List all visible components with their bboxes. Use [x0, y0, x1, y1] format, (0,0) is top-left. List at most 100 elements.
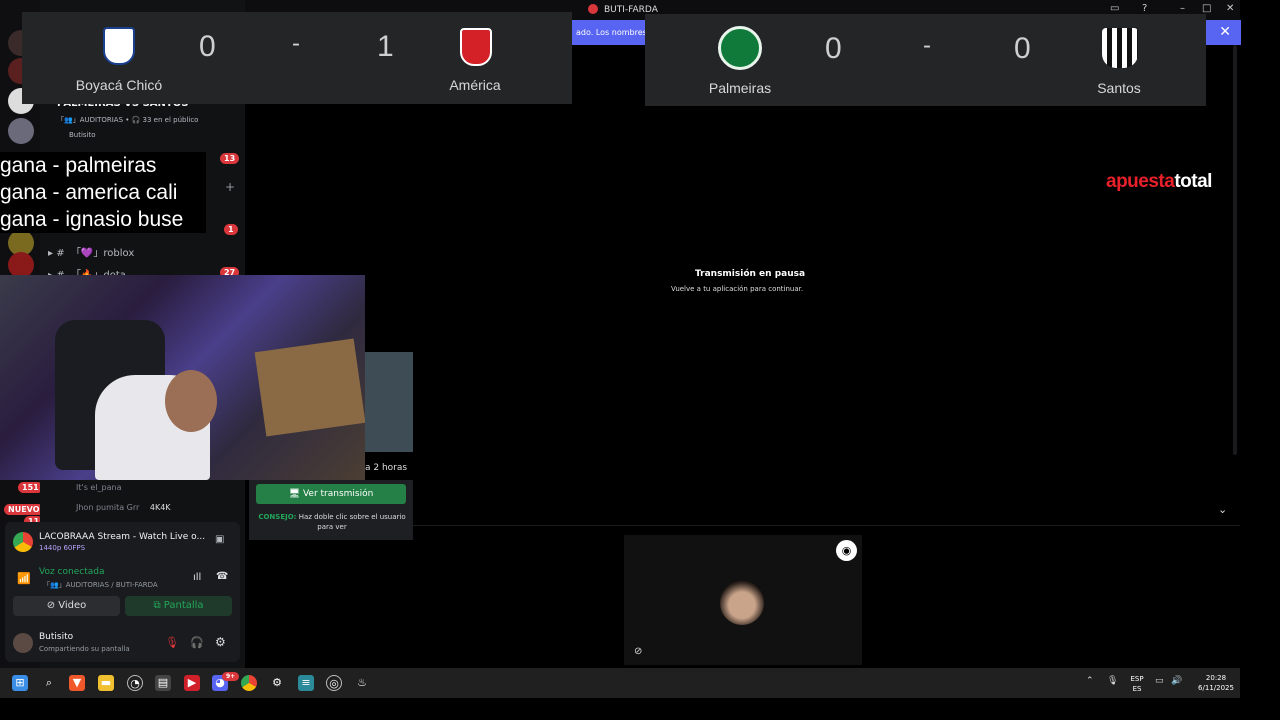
watch-stream-button[interactable]: 🖥 Ver transmisión [256, 484, 406, 504]
home-team-name: Palmeiras [708, 80, 772, 96]
username[interactable]: Butisito [39, 632, 73, 642]
add-channel-button[interactable]: + [225, 180, 235, 194]
stream-paused-title: Transmisión en pausa [695, 269, 806, 279]
away-score: 0 [1014, 32, 1031, 65]
voice-channel[interactable]: 「👥」AUDITORIAS / BUTI-FARDA [43, 580, 158, 590]
maximize-button[interactable]: □ [1202, 3, 1211, 14]
clock-time: 20:28 [1205, 674, 1227, 682]
scrollbar[interactable] [1233, 45, 1237, 455]
apuesta-total-logo: apuestatotal [1106, 171, 1212, 193]
score-separator: - [292, 30, 300, 57]
banner-text: ado. Los nombres d [576, 28, 655, 37]
tip-body: Haz doble clic sobre el usuario para ver [298, 513, 406, 531]
chevron-down-icon[interactable]: ⌄ [1218, 503, 1227, 516]
brave-icon[interactable]: ▼ [69, 675, 85, 691]
streamer-head [165, 370, 217, 432]
volume-icon[interactable]: 🔊 [1171, 676, 1182, 686]
stream-paused-subtitle: Vuelve a tu aplicación para continuar. [671, 285, 804, 293]
screen: 151 NUEVO 11 PALMEIRAS VS SANTOS 「👥」AUDI… [0, 0, 1280, 720]
america-crest-icon [460, 28, 492, 66]
microphone-icon[interactable]: 🎙 [1107, 676, 1118, 686]
monitor-icon: 🖥 [288, 489, 303, 499]
unread-badge: 13 [220, 153, 240, 164]
region-code: ES [1132, 685, 1142, 693]
video-button[interactable]: ⊘ Video [13, 596, 120, 616]
new-badge: NUEVO [4, 504, 44, 515]
scoreboard-left: Boyacá Chicó 0 - 1 América [22, 12, 572, 104]
close-window-button[interactable]: ✕ [1226, 3, 1234, 14]
voice-member-name: It's el_pana [76, 483, 122, 492]
event-meta: 「👥」AUDITORIAS • 🎧 33 en el público [57, 116, 199, 124]
taskbar: ⊞ ⌕ ▼ ▬ ◔ ▤ ▶ ◕ 9+ ⚙ ≡ ◎ ♨ ⌃ 🎙 ESP ES ▭ … [0, 668, 1240, 698]
home-team-name: Boyacá Chicó [75, 77, 163, 93]
stop-stream-icon[interactable]: ▣ [215, 534, 224, 545]
steam-icon[interactable]: ♨ [354, 675, 370, 691]
server-icon[interactable] [8, 118, 34, 144]
language-indicator[interactable]: ESP ES [1127, 674, 1147, 694]
windows-start-icon[interactable]: ⊞ [12, 675, 28, 691]
clock-date: 6/11/2025 [1198, 684, 1234, 692]
prediction-line: gana - palmeiras [0, 154, 157, 177]
obs-icon[interactable]: ◎ [326, 675, 342, 691]
voice-status[interactable]: Voz conectada [39, 567, 104, 577]
voice-member-tag: 4K4K [149, 503, 171, 512]
headphones-icon[interactable]: 🎧 [190, 636, 204, 649]
voice-member[interactable]: It's el_pana [76, 483, 122, 492]
tip-label: CONSEJO: [258, 513, 297, 521]
scoreboard-right: Palmeiras 0 - 0 Santos [645, 14, 1206, 106]
file-explorer-icon[interactable]: ▬ [98, 675, 114, 691]
home-score: 0 [825, 32, 842, 65]
settings-gear-icon[interactable]: ⚙ [215, 635, 226, 649]
watch-stream-card: 🖥 Ver transmisión CONSEJO: Haz doble cli… [249, 480, 413, 540]
predictions-overlay: gana - palmeiras gana - america cali gan… [0, 152, 206, 233]
webcam-overlay [0, 275, 365, 480]
channel-roblox[interactable]: ▸ # 「💜」roblox [48, 244, 134, 259]
activity-title[interactable]: LACOBRAAA Stream - Watch Live o... [39, 532, 205, 542]
voice-member[interactable]: Jhon pumita Grr 4K4K [76, 503, 171, 512]
tray-chevron-up-icon[interactable]: ⌃ [1086, 676, 1094, 686]
chrome-icon [13, 532, 33, 552]
wall-poster [254, 338, 365, 437]
chevron-right-icon: ▸ # [48, 248, 71, 259]
clock[interactable]: 20:28 6/11/2025 [1196, 673, 1236, 693]
mic-muted-icon[interactable]: 🎙 [165, 636, 179, 649]
participant-tile[interactable]: ⊘ [624, 535, 862, 665]
camera-icon[interactable]: ◉ [836, 540, 857, 561]
tip-text: CONSEJO: Haz doble clic sobre el usuario… [257, 512, 407, 532]
screen-share-icon: ⧉ [153, 600, 164, 611]
help-icon[interactable]: ? [1142, 3, 1147, 14]
close-icon[interactable]: ✕ [1219, 24, 1231, 40]
settings-icon[interactable]: ⚙ [269, 675, 285, 691]
stream-preview[interactable] [365, 352, 413, 452]
signal-icon[interactable]: 📶 [17, 572, 31, 585]
disconnect-icon[interactable]: ☎ [216, 571, 228, 582]
app-icon[interactable]: ▤ [155, 675, 171, 691]
away-score: 1 [377, 30, 394, 63]
inbox-icon[interactable]: ▭ [1110, 3, 1119, 14]
away-team-name: Santos [1097, 80, 1141, 96]
brand-part-2: total [1174, 171, 1212, 192]
chrome-icon[interactable] [241, 675, 257, 691]
stream-duration: a 2 horas [365, 463, 408, 473]
channel-name: 「💜」roblox [70, 248, 135, 259]
app-icon[interactable]: ◔ [127, 675, 143, 691]
network-icon[interactable]: ▭ [1155, 676, 1164, 686]
language-code: ESP [1130, 675, 1144, 683]
notepad-icon[interactable]: ≡ [298, 675, 314, 691]
unread-badge: 1 [224, 224, 238, 235]
activity-quality: 1440p 60FPS [39, 544, 86, 552]
score-separator: - [923, 32, 931, 59]
video-label: Video [58, 600, 87, 611]
noise-suppression-icon[interactable]: ıll [193, 572, 201, 583]
user-panel: LACOBRAAA Stream - Watch Live o... 1440p… [5, 522, 240, 662]
search-icon[interactable]: ⌕ [41, 675, 57, 691]
boyaca-chico-crest-icon [103, 27, 135, 65]
app-icon[interactable]: ▶ [184, 675, 200, 691]
screen-share-button[interactable]: ⧉ Pantalla [125, 596, 232, 616]
minimize-button[interactable]: – [1180, 3, 1185, 14]
home-score: 0 [199, 30, 216, 63]
avatar[interactable] [13, 633, 33, 653]
participant-avatar [720, 581, 764, 625]
away-team-name: América [449, 77, 501, 93]
palmeiras-crest-icon [718, 26, 762, 70]
